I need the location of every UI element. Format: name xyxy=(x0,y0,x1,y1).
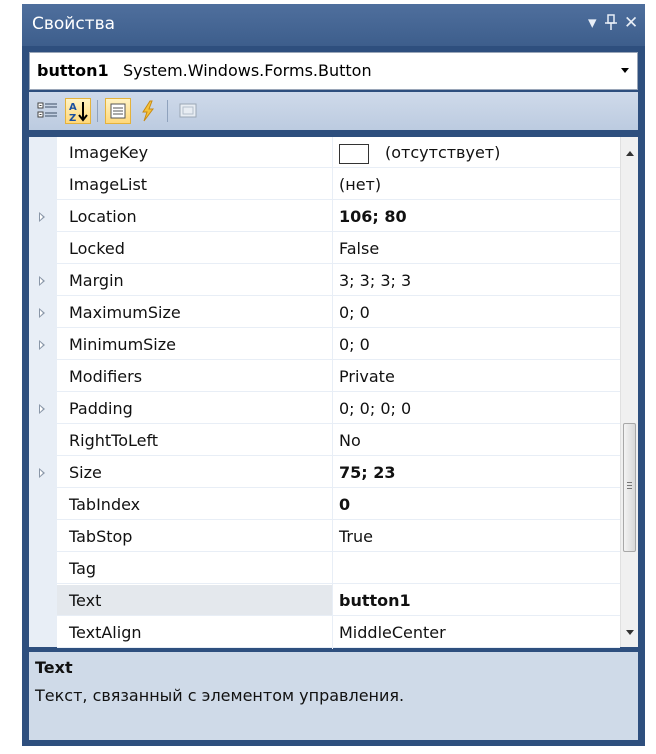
property-name[interactable]: MaximumSize xyxy=(57,297,332,328)
stage: Свойства ▾ ✕ button1 System.Windows.Form… xyxy=(0,0,656,754)
svg-text:Z: Z xyxy=(69,113,76,123)
property-row[interactable]: MaximumSize 0; 0 xyxy=(29,297,620,329)
property-value[interactable]: 0; 0; 0; 0 xyxy=(333,393,620,424)
property-name[interactable]: TabIndex xyxy=(57,489,332,520)
window-title: Свойства xyxy=(32,14,116,34)
property-row[interactable]: TabStop True xyxy=(29,521,620,553)
properties-window: Свойства ▾ ✕ button1 System.Windows.Form… xyxy=(22,4,645,746)
property-value[interactable]: 0; 0 xyxy=(333,297,620,328)
expand-arrow-icon[interactable] xyxy=(39,340,45,350)
categorized-icon xyxy=(37,102,57,118)
scroll-down-icon[interactable] xyxy=(626,630,634,635)
property-name[interactable]: ImageList xyxy=(57,169,332,200)
property-name[interactable]: MinimumSize xyxy=(57,329,332,360)
description-title: Text xyxy=(35,658,73,677)
property-value-text: (отсутствует) xyxy=(385,143,501,162)
property-row[interactable]: Location 106; 80 xyxy=(29,201,620,233)
close-icon[interactable]: ✕ xyxy=(624,13,638,33)
property-row[interactable]: Modifiers Private xyxy=(29,361,620,393)
property-pages-button[interactable] xyxy=(175,98,201,124)
properties-button[interactable] xyxy=(105,98,131,124)
events-lightning-icon xyxy=(142,100,154,122)
grip-line xyxy=(627,485,632,486)
property-value[interactable]: False xyxy=(333,233,620,264)
property-name[interactable]: Location xyxy=(57,201,332,232)
description-text: Текст, связанный с элементом управления. xyxy=(35,686,405,705)
property-name[interactable]: Tag xyxy=(57,553,332,584)
property-row[interactable]: Tag xyxy=(29,553,620,585)
scroll-thumb[interactable] xyxy=(623,423,636,552)
grip-line xyxy=(627,482,632,483)
property-row[interactable]: MinimumSize 0; 0 xyxy=(29,329,620,361)
svg-text:A: A xyxy=(69,102,77,113)
property-name[interactable]: Size xyxy=(57,457,332,488)
object-selector-dropdown[interactable]: button1 System.Windows.Forms.Button xyxy=(29,52,638,90)
toolbar-separator xyxy=(167,100,168,122)
property-row[interactable]: ImageList (нет) xyxy=(29,169,620,201)
alphabetical-button[interactable]: A Z xyxy=(65,98,91,124)
property-name[interactable]: Margin xyxy=(57,265,332,296)
property-value[interactable]: (нет) xyxy=(333,169,620,200)
property-row[interactable]: Text button1 xyxy=(29,585,620,617)
grip-line xyxy=(627,488,632,489)
property-row[interactable]: TextAlign MiddleCenter xyxy=(29,617,620,649)
property-grid: ImageKey (отсутствует) ImageList (нет) Locat… xyxy=(29,137,638,649)
property-row[interactable]: Size 75; 23 xyxy=(29,457,620,489)
object-name: button1 xyxy=(37,61,109,80)
property-row[interactable]: TabIndex 0 xyxy=(29,489,620,521)
property-pages-icon xyxy=(179,103,197,118)
properties-icon xyxy=(110,103,126,119)
window-position-dropdown-icon[interactable]: ▾ xyxy=(588,13,597,33)
property-value[interactable]: 0 xyxy=(333,489,620,520)
chevron-down-icon[interactable] xyxy=(621,68,629,73)
categorized-button[interactable] xyxy=(35,98,61,124)
property-row[interactable]: Locked False xyxy=(29,233,620,265)
vertical-scrollbar[interactable] xyxy=(620,137,638,647)
property-value[interactable]: 75; 23 xyxy=(333,457,620,488)
property-name[interactable]: RightToLeft xyxy=(57,425,332,456)
toolbar-separator xyxy=(97,100,98,122)
description-pane: Text Текст, связанный с элементом управл… xyxy=(29,652,638,740)
property-name[interactable]: TextAlign xyxy=(57,617,332,648)
image-preview-swatch xyxy=(339,143,369,164)
expand-arrow-icon[interactable] xyxy=(39,404,45,414)
scroll-up-icon[interactable] xyxy=(626,151,634,156)
property-name[interactable]: Text xyxy=(57,585,332,616)
property-name[interactable]: ImageKey xyxy=(57,137,332,168)
expand-arrow-icon[interactable] xyxy=(39,276,45,286)
property-value[interactable]: MiddleCenter xyxy=(333,617,620,648)
title-bar[interactable]: Свойства ▾ ✕ xyxy=(22,4,645,46)
property-name[interactable]: Modifiers xyxy=(57,361,332,392)
object-type: System.Windows.Forms.Button xyxy=(123,61,372,80)
property-value[interactable]: button1 xyxy=(333,585,620,616)
pin-icon[interactable] xyxy=(604,13,618,36)
property-value[interactable]: No xyxy=(333,425,620,456)
property-value[interactable]: (отсутствует) xyxy=(333,137,620,168)
alphabetical-sort-icon: A Z xyxy=(69,102,88,124)
expand-arrow-icon[interactable] xyxy=(39,308,45,318)
property-value[interactable] xyxy=(333,553,620,584)
events-button[interactable] xyxy=(135,98,161,124)
property-row[interactable]: RightToLeft No xyxy=(29,425,620,457)
property-name[interactable]: Locked xyxy=(57,233,332,264)
property-value[interactable]: True xyxy=(333,521,620,552)
property-name[interactable]: Padding xyxy=(57,393,332,424)
expand-arrow-icon[interactable] xyxy=(39,212,45,222)
property-row[interactable]: ImageKey (отсутствует) xyxy=(29,137,620,169)
property-value[interactable]: 3; 3; 3; 3 xyxy=(333,265,620,296)
property-name[interactable]: TabStop xyxy=(57,521,332,552)
toolbar: A Z xyxy=(29,92,638,130)
property-row[interactable]: Margin 3; 3; 3; 3 xyxy=(29,265,620,297)
property-value[interactable]: 106; 80 xyxy=(333,201,620,232)
property-row[interactable]: Padding 0; 0; 0; 0 xyxy=(29,393,620,425)
expand-arrow-icon[interactable] xyxy=(39,468,45,478)
property-value[interactable]: 0; 0 xyxy=(333,329,620,360)
property-value[interactable]: Private xyxy=(333,361,620,392)
